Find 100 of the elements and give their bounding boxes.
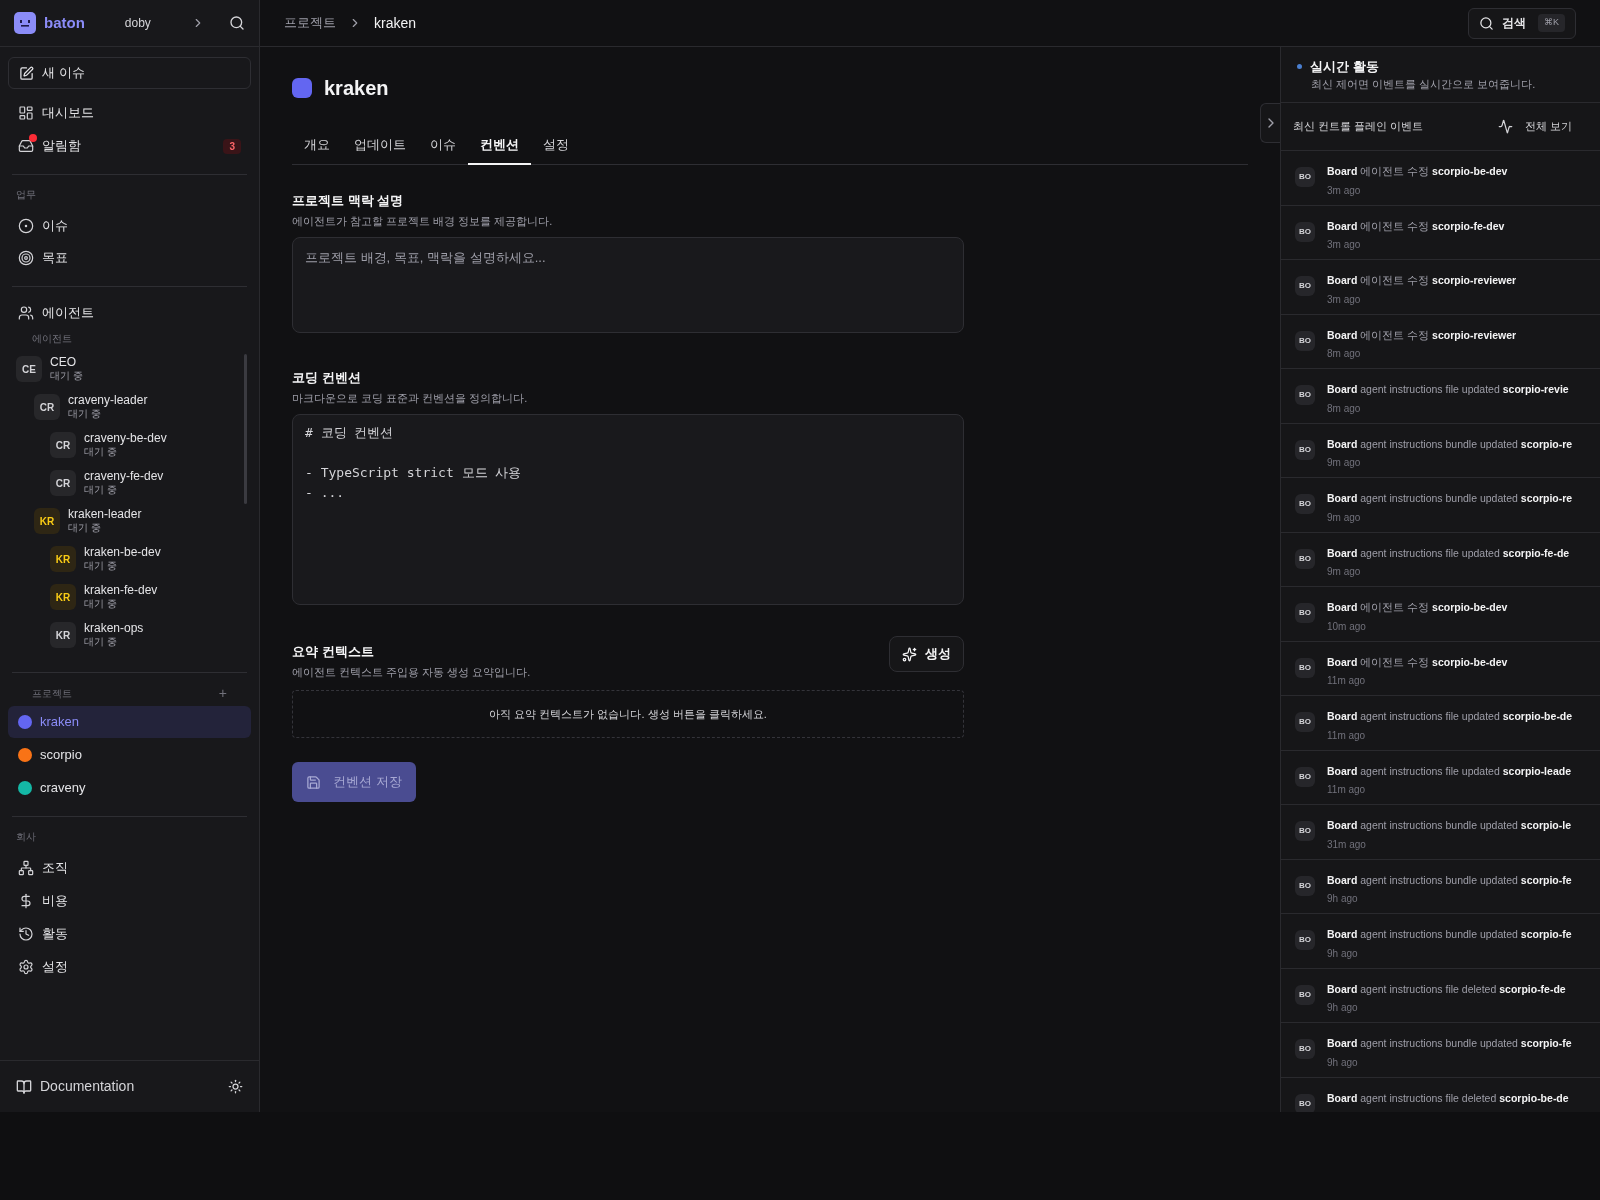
new-issue-button[interactable]: 새 이슈	[8, 57, 251, 89]
event-avatar: BO	[1295, 1039, 1315, 1059]
nav-item[interactable]: 대시보드	[8, 97, 251, 129]
view-all-button[interactable]: 전체 보기	[1497, 118, 1588, 135]
event-row[interactable]: BO Board 에이전트 수정 scorpio-be-dev 3m ago	[1281, 151, 1600, 206]
event-row[interactable]: BO Board 에이전트 수정 scorpio-reviewer 3m ago	[1281, 260, 1600, 315]
activity-icon	[1497, 119, 1513, 134]
agent-status: 대기 중	[68, 408, 102, 421]
nav-item[interactable]: 알림함 3	[8, 130, 251, 162]
tab[interactable]: 업데이트	[342, 127, 418, 165]
agent-item[interactable]: CR craveny-be-dev 대기 중	[8, 426, 239, 464]
agent-status: 대기 중	[84, 484, 118, 497]
event-row[interactable]: BO Board agent instructions file deleted scorpio-fe-de 9h ago	[1281, 968, 1600, 1023]
event-row[interactable]: BO Board agent instructions bundle updated scorpio-re 9m ago	[1281, 478, 1600, 533]
add-project-button[interactable]: +	[218, 682, 227, 704]
workspace-name[interactable]: doby	[124, 14, 151, 32]
agent-name: kraken-leader	[68, 507, 142, 523]
event-text: Board agent instructions bundle updated scorpio-re	[1327, 436, 1573, 452]
agent-item[interactable]: KR kraken-ops 대기 중	[8, 616, 239, 654]
tab[interactable]: 이슈	[418, 127, 468, 165]
agent-item[interactable]: CR craveny-leader 대기 중	[8, 388, 239, 426]
event-avatar: BO	[1295, 984, 1315, 1005]
agent-item[interactable]: KR kraken-fe-dev 대기 중	[8, 578, 239, 616]
event-row[interactable]: BO Board 에이전트 수정 scorpio-be-dev 11m ago	[1281, 641, 1600, 696]
agent-item[interactable]: CE CEO 대기 중	[8, 350, 239, 388]
agent-status: 대기 중	[84, 636, 118, 649]
project-item[interactable]: craveny	[8, 772, 251, 804]
nav-item[interactable]: 조직	[8, 852, 251, 884]
event-avatar: BO	[1295, 167, 1315, 187]
theme-toggle-icon[interactable]	[228, 1079, 243, 1094]
book-icon	[16, 1078, 32, 1095]
nav-item[interactable]: 비용	[8, 885, 251, 917]
dollar-icon	[18, 893, 34, 909]
agent-item[interactable]: KR kraken-leader 대기 중	[8, 502, 239, 540]
event-row[interactable]: BO Board agent instructions file updated scorpio-fe-de 9m ago	[1281, 532, 1600, 587]
collapse-panel-button[interactable]	[1260, 103, 1280, 143]
event-row[interactable]: BO Board agent instructions file updated scorpio-be-de 11m ago	[1281, 696, 1600, 751]
agent-item[interactable]: CR craveny-fe-dev 대기 중	[8, 464, 239, 502]
agent-avatar: KR	[50, 622, 76, 648]
project-title: kraken	[324, 76, 389, 101]
project-item[interactable]: kraken	[8, 706, 251, 738]
event-time: 10m ago	[1327, 619, 1367, 634]
event-text: Board 에이전트 수정 scorpio-reviewer	[1327, 273, 1517, 288]
agent-item[interactable]: KR kraken-be-dev 대기 중	[8, 540, 239, 578]
context-field[interactable]: 프로젝트 배경, 목표, 맥락을 설명하세요...	[292, 237, 964, 333]
event-row[interactable]: BO Board 에이전트 수정 scorpio-fe-dev 3m ago	[1281, 205, 1600, 260]
event-text: Board 에이전트 수정 scorpio-be-dev	[1327, 164, 1508, 179]
agent-name: kraken-fe-dev	[84, 583, 158, 599]
history-icon	[18, 926, 34, 942]
event-row[interactable]: BO Board 에이전트 수정 scorpio-reviewer 8m ago	[1281, 314, 1600, 369]
event-row[interactable]: BO Board agent instructions bundle updated scorpio-fe 9h ago	[1281, 914, 1600, 969]
event-row[interactable]: BO Board agent instructions bundle updated scorpio-re 9m ago	[1281, 423, 1600, 478]
tab[interactable]: 개요	[292, 127, 342, 165]
agent-status: 대기 중	[68, 522, 102, 535]
agent-name: craveny-be-dev	[84, 431, 167, 447]
event-time: 11m ago	[1327, 783, 1367, 798]
nav-item[interactable]: 활동	[8, 918, 251, 950]
nav-item[interactable]: 설정	[8, 951, 251, 983]
breadcrumb-current: kraken	[374, 13, 417, 33]
event-avatar: BO	[1295, 930, 1315, 950]
tab[interactable]: 설정	[531, 127, 581, 165]
event-avatar: BO	[1295, 603, 1315, 623]
search-icon[interactable]	[229, 15, 245, 31]
event-row[interactable]: BO Board agent instructions bundle updated scorpio-le 31m ago	[1281, 805, 1600, 860]
list-title: 최신 컨트롤 플레인 이벤트	[1293, 119, 1424, 135]
event-row[interactable]: BO Board 에이전트 수정 scorpio-be-dev 10m ago	[1281, 587, 1600, 642]
brand-name: baton	[44, 12, 85, 33]
tab[interactable]: 컨벤션	[468, 127, 531, 165]
event-text: Board agent instructions file updated scorpio-fe-de	[1327, 545, 1570, 561]
section-description: 마크다운으로 코딩 표준과 컨벤션을 정의합니다.	[292, 390, 529, 406]
docs-link[interactable]: Documentation	[40, 1076, 135, 1097]
agent-status: 대기 중	[84, 446, 118, 459]
agent-avatar: CR	[50, 432, 76, 458]
event-time: 8m ago	[1327, 347, 1362, 362]
section-title: 요약 컨텍스트	[292, 643, 375, 661]
nav-item[interactable]: 목표	[8, 242, 251, 274]
event-row[interactable]: BO Board agent instructions file updated scorpio-leade 11m ago	[1281, 750, 1600, 805]
event-row[interactable]: BO Board agent instructions file updated scorpio-revie 8m ago	[1281, 369, 1600, 424]
breadcrumb-link[interactable]: 프로젝트	[284, 13, 336, 33]
section-label: 업무	[15, 188, 37, 202]
agent-name: craveny-fe-dev	[84, 469, 164, 485]
event-time: 8m ago	[1327, 401, 1362, 416]
users-icon	[18, 305, 34, 321]
inbox-icon	[18, 138, 34, 154]
event-row[interactable]: BO Board agent instructions file deleted scorpio-be-de	[1281, 1077, 1600, 1112]
project-item[interactable]: scorpio	[8, 739, 251, 771]
sparkles-icon	[902, 646, 917, 662]
search-button[interactable]: 검색 ⌘K	[1468, 7, 1576, 39]
event-text: Board agent instructions bundle updated scorpio-le	[1327, 818, 1571, 833]
event-time: 31m ago	[1327, 837, 1367, 852]
agent-status: 대기 중	[84, 598, 118, 611]
nav-item[interactable]: 에이전트	[8, 299, 251, 327]
nav-item[interactable]: 이슈	[8, 210, 251, 242]
agent-avatar: CR	[50, 470, 76, 496]
generate-button[interactable]: 생성	[889, 636, 964, 672]
event-row[interactable]: BO Board agent instructions bundle updated scorpio-fe 9h ago	[1281, 1023, 1600, 1078]
scrollbar[interactable]	[244, 354, 247, 504]
event-row[interactable]: BO Board agent instructions bundle updated scorpio-fe 9h ago	[1281, 859, 1600, 914]
conventions-field[interactable]: # 코딩 컨벤션 - TypeScript strict 모드 사용 - ...	[292, 414, 964, 605]
agent-status: 대기 중	[84, 560, 118, 573]
